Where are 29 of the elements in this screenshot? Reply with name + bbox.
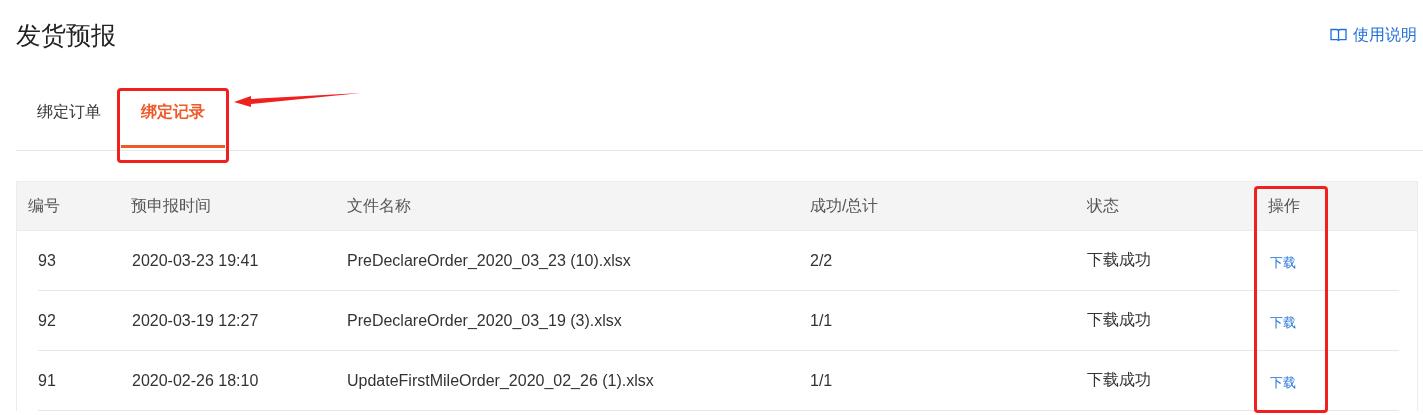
- download-link[interactable]: 下载: [1270, 375, 1296, 390]
- table-cell: 2020-03-23 19:41: [132, 251, 259, 270]
- table-cell-text: 下载成功: [1087, 310, 1151, 330]
- table-cell: UpdateFirstMileOrder_2020_02_26 (1).xlsx: [347, 371, 654, 390]
- column-header: 成功/总计: [810, 195, 879, 216]
- tab[interactable]: 绑定记录: [121, 70, 225, 148]
- help-link[interactable]: 使用说明: [1330, 24, 1417, 46]
- column-header: 文件名称: [347, 195, 411, 216]
- table-cell: 2/2: [810, 251, 833, 270]
- page-title: 发货预报: [16, 19, 116, 51]
- table-cell: PreDeclareOrder_2020_03_23 (10).xlsx: [347, 251, 631, 270]
- table-cell: 91: [38, 371, 56, 390]
- table-cell: 1/1: [810, 311, 833, 330]
- column-header: 状态: [1087, 195, 1119, 216]
- tab[interactable]: 绑定订单: [16, 70, 121, 148]
- table-cell: 93: [38, 251, 56, 270]
- table-cell: 2020-03-19 12:27: [132, 311, 259, 330]
- column-header: 编号: [28, 195, 60, 216]
- table-cell-text: 下载成功: [1087, 370, 1151, 390]
- table-cell: PreDeclareOrder_2020_03_19 (3).xlsx: [347, 311, 622, 330]
- column-header: 操作: [1268, 195, 1300, 216]
- book-icon: [1330, 28, 1347, 42]
- table-cell: 1/1: [810, 371, 833, 390]
- download-link[interactable]: 下载: [1270, 315, 1296, 330]
- table-cell-text: 下载成功: [1087, 250, 1151, 270]
- column-header: 预申报时间: [131, 195, 211, 216]
- table-cell: 2020-02-26 18:10: [132, 371, 259, 390]
- table-cell: 92: [38, 311, 56, 330]
- download-link[interactable]: 下载: [1270, 255, 1296, 270]
